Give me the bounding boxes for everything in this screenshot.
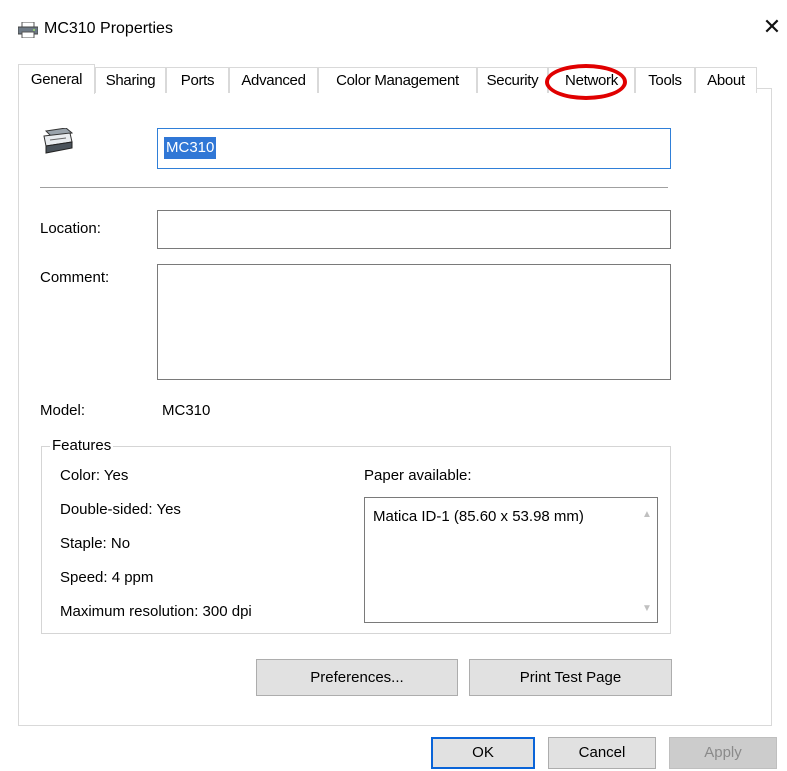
list-item[interactable]: Matica ID-1 (85.60 x 53.98 mm) (373, 508, 584, 525)
features-legend: Features (50, 437, 114, 454)
model-label: Model: (40, 402, 86, 419)
window-title: MC310 Properties (44, 20, 173, 37)
cancel-button[interactable]: Cancel (548, 737, 656, 769)
scroll-up-icon[interactable]: ▲ (640, 508, 654, 522)
tab-network[interactable]: Network (548, 67, 635, 93)
apply-button[interactable]: Apply (669, 737, 777, 769)
tab-security[interactable]: Security (477, 67, 548, 93)
separator (40, 187, 668, 188)
paper-available-label: Paper available: (364, 467, 472, 484)
feature-staple: Staple: No (60, 535, 131, 552)
close-icon[interactable]: ✕ (762, 16, 782, 38)
location-field[interactable] (157, 210, 671, 249)
printer-name-value: MC310 (164, 137, 217, 159)
ok-button[interactable]: OK (431, 737, 535, 769)
comment-field[interactable] (157, 264, 671, 380)
feature-speed: Speed: 4 ppm (60, 569, 154, 586)
preferences-button[interactable]: Preferences... (256, 659, 458, 696)
tab-about[interactable]: About (695, 67, 757, 93)
printer-large-icon (43, 128, 74, 154)
tab-ports[interactable]: Ports (166, 67, 229, 93)
feature-double-sided: Double-sided: Yes (60, 501, 181, 518)
tab-sharing[interactable]: Sharing (95, 67, 166, 93)
tab-tools[interactable]: Tools (635, 67, 695, 93)
tab-advanced[interactable]: Advanced (229, 67, 318, 93)
scroll-down-icon[interactable]: ▼ (640, 602, 654, 616)
paper-list[interactable]: Matica ID-1 (85.60 x 53.98 mm) ▲ ▼ (364, 497, 658, 623)
feature-color: Color: Yes (60, 467, 129, 484)
location-label: Location: (40, 220, 101, 237)
comment-label: Comment: (40, 269, 110, 286)
printer-icon (18, 22, 38, 38)
feature-max-resolution: Maximum resolution: 300 dpi (60, 603, 252, 620)
tab-general[interactable]: General (18, 64, 95, 94)
model-value: MC310 (162, 402, 211, 419)
print-test-page-button[interactable]: Print Test Page (469, 659, 672, 696)
tab-color-management[interactable]: Color Management (318, 67, 477, 93)
printer-name-field[interactable]: MC310 (157, 128, 671, 169)
